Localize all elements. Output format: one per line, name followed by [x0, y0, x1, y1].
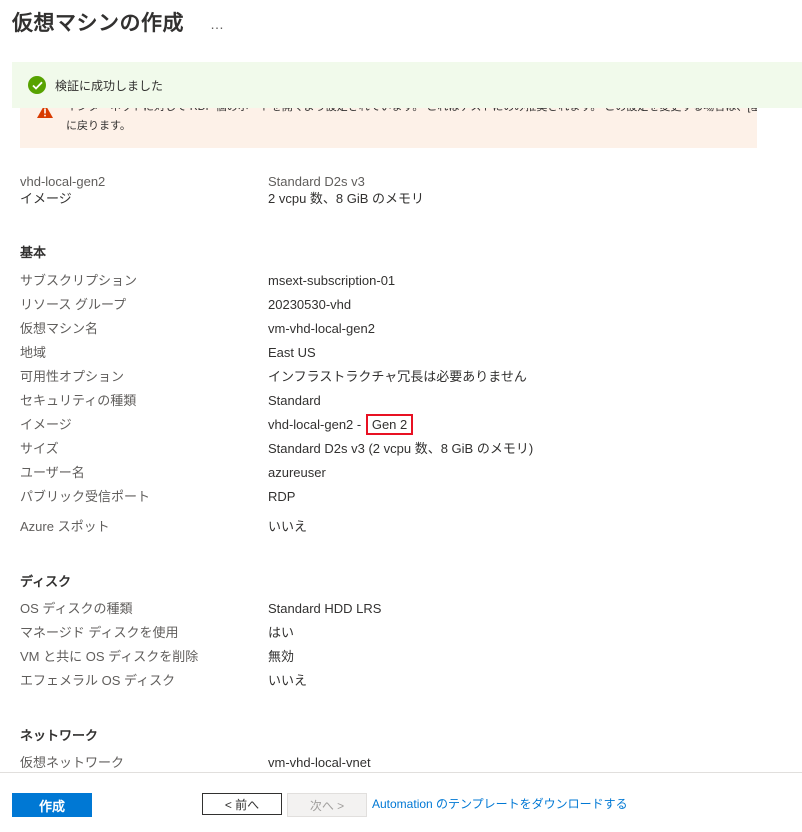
- row-value: いいえ: [268, 673, 308, 688]
- basics-row-availability: 可用性オプション インフラストラクチャ冗長は必要ありません: [20, 367, 780, 387]
- row-value: 20230530-vhd: [268, 297, 352, 312]
- validation-success-banner: 検証に成功しました: [12, 62, 802, 108]
- row-label: サイズ: [20, 441, 59, 456]
- basics-row-vm-name: 仮想マシン名 vm-vhd-local-gen2: [20, 319, 780, 339]
- basics-row-inbound-ports: パブリック受信ポート RDP: [20, 487, 780, 507]
- image-value-prefix: vhd-local-gen2 -: [268, 417, 365, 432]
- row-label: リソース グループ: [20, 297, 127, 312]
- previous-button[interactable]: < 前へ: [202, 793, 282, 815]
- next-button: 次へ >: [287, 793, 367, 817]
- row-label: パブリック受信ポート: [20, 489, 151, 504]
- row-value: RDP: [268, 489, 296, 504]
- success-check-icon: [28, 76, 46, 94]
- page-header: 仮想マシンの作成 …: [12, 6, 225, 38]
- row-value: azureuser: [268, 465, 326, 480]
- section-title-disks: ディスク: [20, 574, 72, 589]
- row-label: 可用性オプション: [20, 369, 125, 384]
- summary-image-label: イメージ: [20, 191, 72, 206]
- row-label: OS ディスクの種類: [20, 601, 133, 616]
- disks-row-managed-disks: マネージド ディスクを使用 はい: [20, 623, 780, 643]
- gen2-highlight: Gen 2: [365, 414, 414, 435]
- section-title-network: ネットワーク: [20, 728, 99, 743]
- section-title-basics: 基本: [20, 245, 47, 260]
- download-template-link[interactable]: Automation のテンプレートをダウンロードする: [372, 795, 628, 812]
- review-content: 仮想マシンの作成 … インターネットに対して RDP 個のポートを開くよう設定さ…: [0, 0, 802, 772]
- basics-row-subscription: サブスクリプション msext-subscription-01: [20, 271, 780, 291]
- row-label: セキュリティの種類: [20, 393, 137, 408]
- row-label: 仮想マシン名: [20, 321, 99, 336]
- basics-row-region: 地域 East US: [20, 343, 780, 363]
- row-label: 地域: [20, 345, 47, 360]
- more-options-icon[interactable]: …: [210, 16, 225, 32]
- basics-row-security-type: セキュリティの種類 Standard: [20, 391, 780, 411]
- row-label: サブスクリプション: [20, 273, 138, 288]
- row-value: East US: [268, 345, 316, 360]
- row-value: Standard HDD LRS: [268, 601, 382, 616]
- disks-row-delete-with-vm: VM と共に OS ディスクを削除 無効: [20, 647, 780, 667]
- row-label: 仮想ネットワーク: [20, 755, 125, 770]
- network-row-vnet: 仮想ネットワーク vm-vhd-local-vnet: [20, 753, 780, 772]
- create-button[interactable]: 作成: [12, 793, 92, 817]
- basics-row-azure-spot: Azure スポット いいえ: [20, 517, 780, 537]
- row-value: vm-vhd-local-gen2: [268, 321, 375, 336]
- validation-success-text: 検証に成功しました: [55, 78, 164, 93]
- row-value: Standard D2s v3 (2 vcpu 数、8 GiB のメモリ): [268, 441, 534, 456]
- row-label: イメージ: [20, 417, 72, 432]
- row-value: vm-vhd-local-vnet: [268, 755, 371, 770]
- summary-size-details: 2 vcpu 数、8 GiB のメモリ: [268, 191, 425, 206]
- page-title: 仮想マシンの作成: [12, 12, 184, 35]
- row-value: msext-subscription-01: [268, 273, 396, 288]
- basics-row-image: イメージ vhd-local-gen2 - Gen 2: [20, 414, 780, 435]
- row-value: インフラストラクチャ冗長は必要ありません: [268, 369, 527, 384]
- row-value: Standard: [268, 393, 321, 408]
- disks-row-ephemeral: エフェメラル OS ディスク いいえ: [20, 671, 780, 691]
- warning-text-continued: に戻ります。: [66, 120, 131, 132]
- row-label: Azure スポット: [20, 519, 110, 534]
- disks-row-os-disk-type: OS ディスクの種類 Standard HDD LRS: [20, 599, 780, 619]
- summary-row-details: イメージ 2 vcpu 数、8 GiB のメモリ: [20, 189, 780, 209]
- row-value: はい: [268, 625, 295, 640]
- row-label: VM と共に OS ディスクを削除: [20, 649, 199, 664]
- footer-bar: 作成 < 前へ 次へ > Automation のテンプレートをダウンロードする: [0, 772, 802, 832]
- row-value: vhd-local-gen2 - Gen 2: [268, 414, 414, 435]
- row-label: ユーザー名: [20, 465, 85, 480]
- row-value: 無効: [268, 649, 295, 664]
- basics-row-size: サイズ Standard D2s v3 (2 vcpu 数、8 GiB のメモリ…: [20, 439, 780, 459]
- basics-row-resource-group: リソース グループ 20230530-vhd: [20, 295, 780, 315]
- row-label: マネージド ディスクを使用: [20, 625, 179, 640]
- row-label: エフェメラル OS ディスク: [20, 673, 176, 688]
- basics-row-username: ユーザー名 azureuser: [20, 463, 780, 483]
- row-value: いいえ: [268, 519, 308, 534]
